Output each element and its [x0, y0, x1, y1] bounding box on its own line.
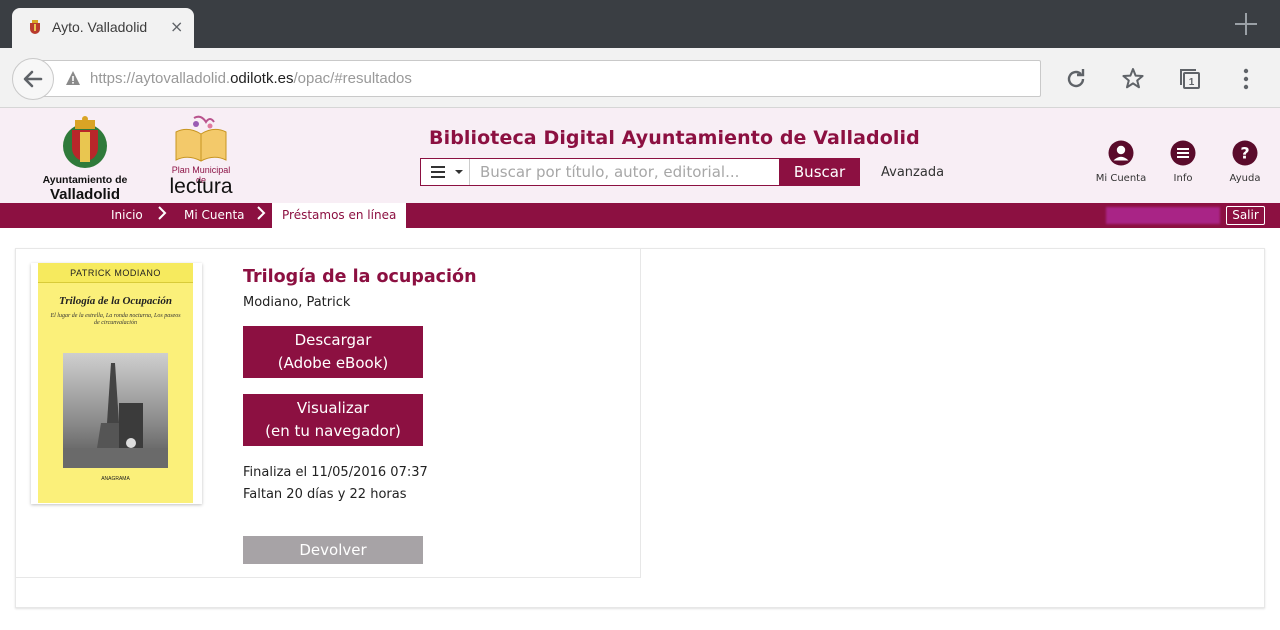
search-bar: Buscar — [420, 158, 860, 186]
logo-valladolid-line2: Valladolid — [49, 186, 121, 203]
search-filter-dropdown[interactable] — [421, 159, 470, 185]
hamburger-icon — [431, 166, 463, 178]
cover-title: Trilogía de la Ocupación — [59, 295, 172, 307]
info-button[interactable]: Info — [1153, 140, 1213, 184]
site-header: Ayuntamiento de Valladolid Plan Municipa… — [0, 108, 1280, 203]
tab-close-icon[interactable]: × — [170, 17, 183, 36]
my-account-label: Mi Cuenta — [1095, 173, 1147, 184]
chevron-right-icon — [158, 206, 167, 220]
cover-photo — [63, 353, 168, 468]
cover-publisher: ANAGRAMA — [101, 476, 130, 482]
return-button[interactable]: Devolver — [243, 536, 423, 564]
logo-valladolid-line1: Ayuntamiento de — [42, 174, 128, 186]
tab-title: Ayto. Valladolid — [52, 19, 148, 35]
search-input[interactable] — [471, 159, 779, 185]
logout-button[interactable]: Salir — [1226, 206, 1265, 225]
menu-icon — [1170, 140, 1196, 166]
search-button[interactable]: Buscar — [779, 158, 860, 186]
logo-plan-municipal-lectura[interactable]: Plan Municipal de lectura — [166, 114, 236, 200]
eiffel-tower-icon — [63, 363, 168, 468]
new-tab-icon[interactable] — [1232, 10, 1260, 38]
logo-plan-line2: lectura — [169, 175, 233, 198]
valladolid-favicon-icon — [30, 20, 40, 34]
my-account-button[interactable]: Mi Cuenta — [1091, 140, 1151, 184]
open-book-icon — [175, 115, 227, 162]
book-title[interactable]: Trilogía de la ocupación — [243, 267, 477, 287]
user-name-redacted — [1106, 207, 1220, 224]
logo-ayuntamiento-valladolid[interactable]: Ayuntamiento de Valladolid — [42, 116, 128, 203]
help-button[interactable]: ? Ayuda — [1215, 140, 1275, 184]
info-label: Info — [1173, 173, 1193, 184]
browser-toolbar: https://aytovalladolid.odilotk.es/opac/#… — [0, 48, 1280, 108]
book-cover[interactable]: PATRICK MODIANO Trilogía de la Ocupación… — [31, 263, 202, 504]
browser-tab-strip: Ayto. Valladolid × — [0, 0, 1280, 48]
site-title: Biblioteca Digital Ayuntamiento de Valla… — [429, 127, 920, 149]
breadcrumb-online-loans[interactable]: Préstamos en línea — [272, 203, 407, 228]
svg-text:?: ? — [1240, 144, 1249, 163]
tab-switcher-icon[interactable]: 1 — [1177, 66, 1203, 92]
svg-text:1: 1 — [1189, 77, 1195, 88]
chevron-right-icon — [257, 206, 266, 220]
book-cover-art: PATRICK MODIANO Trilogía de la Ocupación… — [38, 263, 193, 503]
loan-due-date: Finaliza el 11/05/2016 07:37 — [243, 465, 428, 480]
url-text: https://aytovalladolid.odilotk.es/opac/#… — [90, 70, 412, 87]
cover-author-bar: PATRICK MODIANO — [38, 263, 193, 283]
download-adobe-ebook-button[interactable]: Descargar (Adobe eBook) — [243, 326, 423, 378]
loan-time-remaining: Faltan 20 días y 22 horas — [243, 487, 407, 502]
view-in-browser-button[interactable]: Visualizar (en tu navegador) — [243, 394, 423, 446]
arrow-left-icon — [23, 70, 43, 88]
loan-card: PATRICK MODIANO Trilogía de la Ocupación… — [15, 248, 1265, 608]
breadcrumb-home[interactable]: Inicio — [111, 208, 143, 222]
cover-author: PATRICK MODIANO — [70, 268, 161, 278]
more-options-icon[interactable] — [1233, 66, 1259, 92]
book-author: Modiano, Patrick — [243, 295, 351, 310]
help-label: Ayuda — [1229, 173, 1261, 184]
user-icon — [1108, 140, 1134, 166]
help-icon: ? — [1232, 140, 1258, 166]
breadcrumb: Inicio Mi Cuenta Préstamos en línea Sali… — [0, 203, 1280, 228]
back-button[interactable] — [12, 58, 54, 100]
cover-subtitle: El lugar de la estrella, La ronda noctur… — [50, 313, 181, 326]
loan-item: PATRICK MODIANO Trilogía de la Ocupación… — [16, 249, 641, 578]
valladolid-coat-of-arms-icon — [63, 116, 107, 168]
advanced-search-link[interactable]: Avanzada — [881, 165, 944, 180]
warning-icon — [66, 71, 80, 85]
address-bar[interactable]: https://aytovalladolid.odilotk.es/opac/#… — [34, 60, 1041, 97]
star-icon[interactable] — [1120, 66, 1146, 92]
breadcrumb-my-account[interactable]: Mi Cuenta — [184, 208, 245, 222]
reload-icon[interactable] — [1063, 66, 1089, 92]
browser-tab[interactable]: Ayto. Valladolid × — [12, 8, 194, 48]
